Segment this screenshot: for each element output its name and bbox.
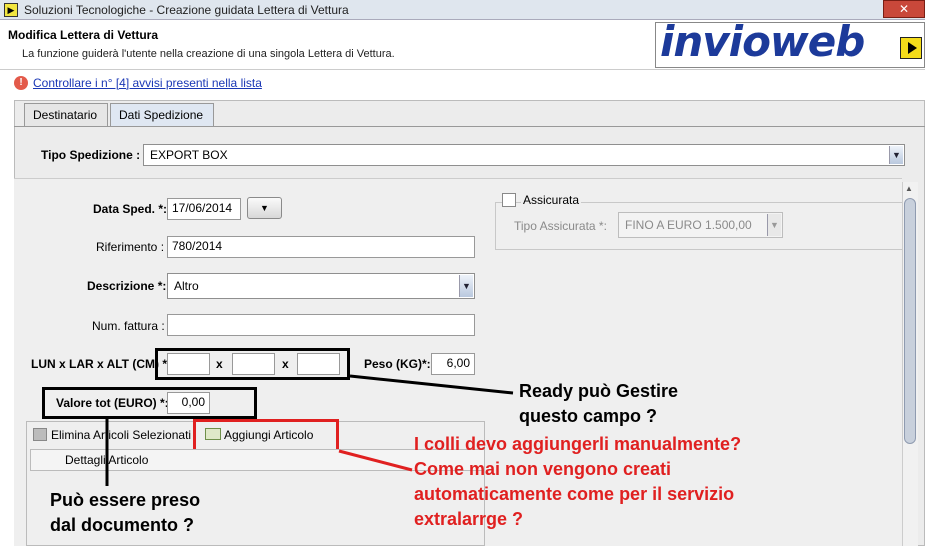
note-documento-line-1: Può essere preso [50,490,201,510]
annotation-arrow-ready [349,374,514,395]
note-colli-line-4: extralarrge ? [414,509,524,529]
note-documento-line-2: dal documento ? [50,515,194,535]
note-colli: I colli devo aggiungerli manualmente? Co… [414,432,741,532]
note-ready: Ready può Gestire questo campo ? [519,379,678,429]
note-colli-line-3: automaticamente come per il servizio [414,484,735,504]
note-colli-line-2: Come mai non vengono creati [414,459,672,479]
note-colli-line-1: I colli devo aggiungerli manualmente? [414,434,742,454]
annotation-arrow-colli [338,449,413,472]
note-ready-line-1: Ready può Gestire [519,381,679,401]
note-ready-line-2: questo campo ? [519,406,658,426]
note-documento: Può essere preso dal documento ? [50,488,200,538]
